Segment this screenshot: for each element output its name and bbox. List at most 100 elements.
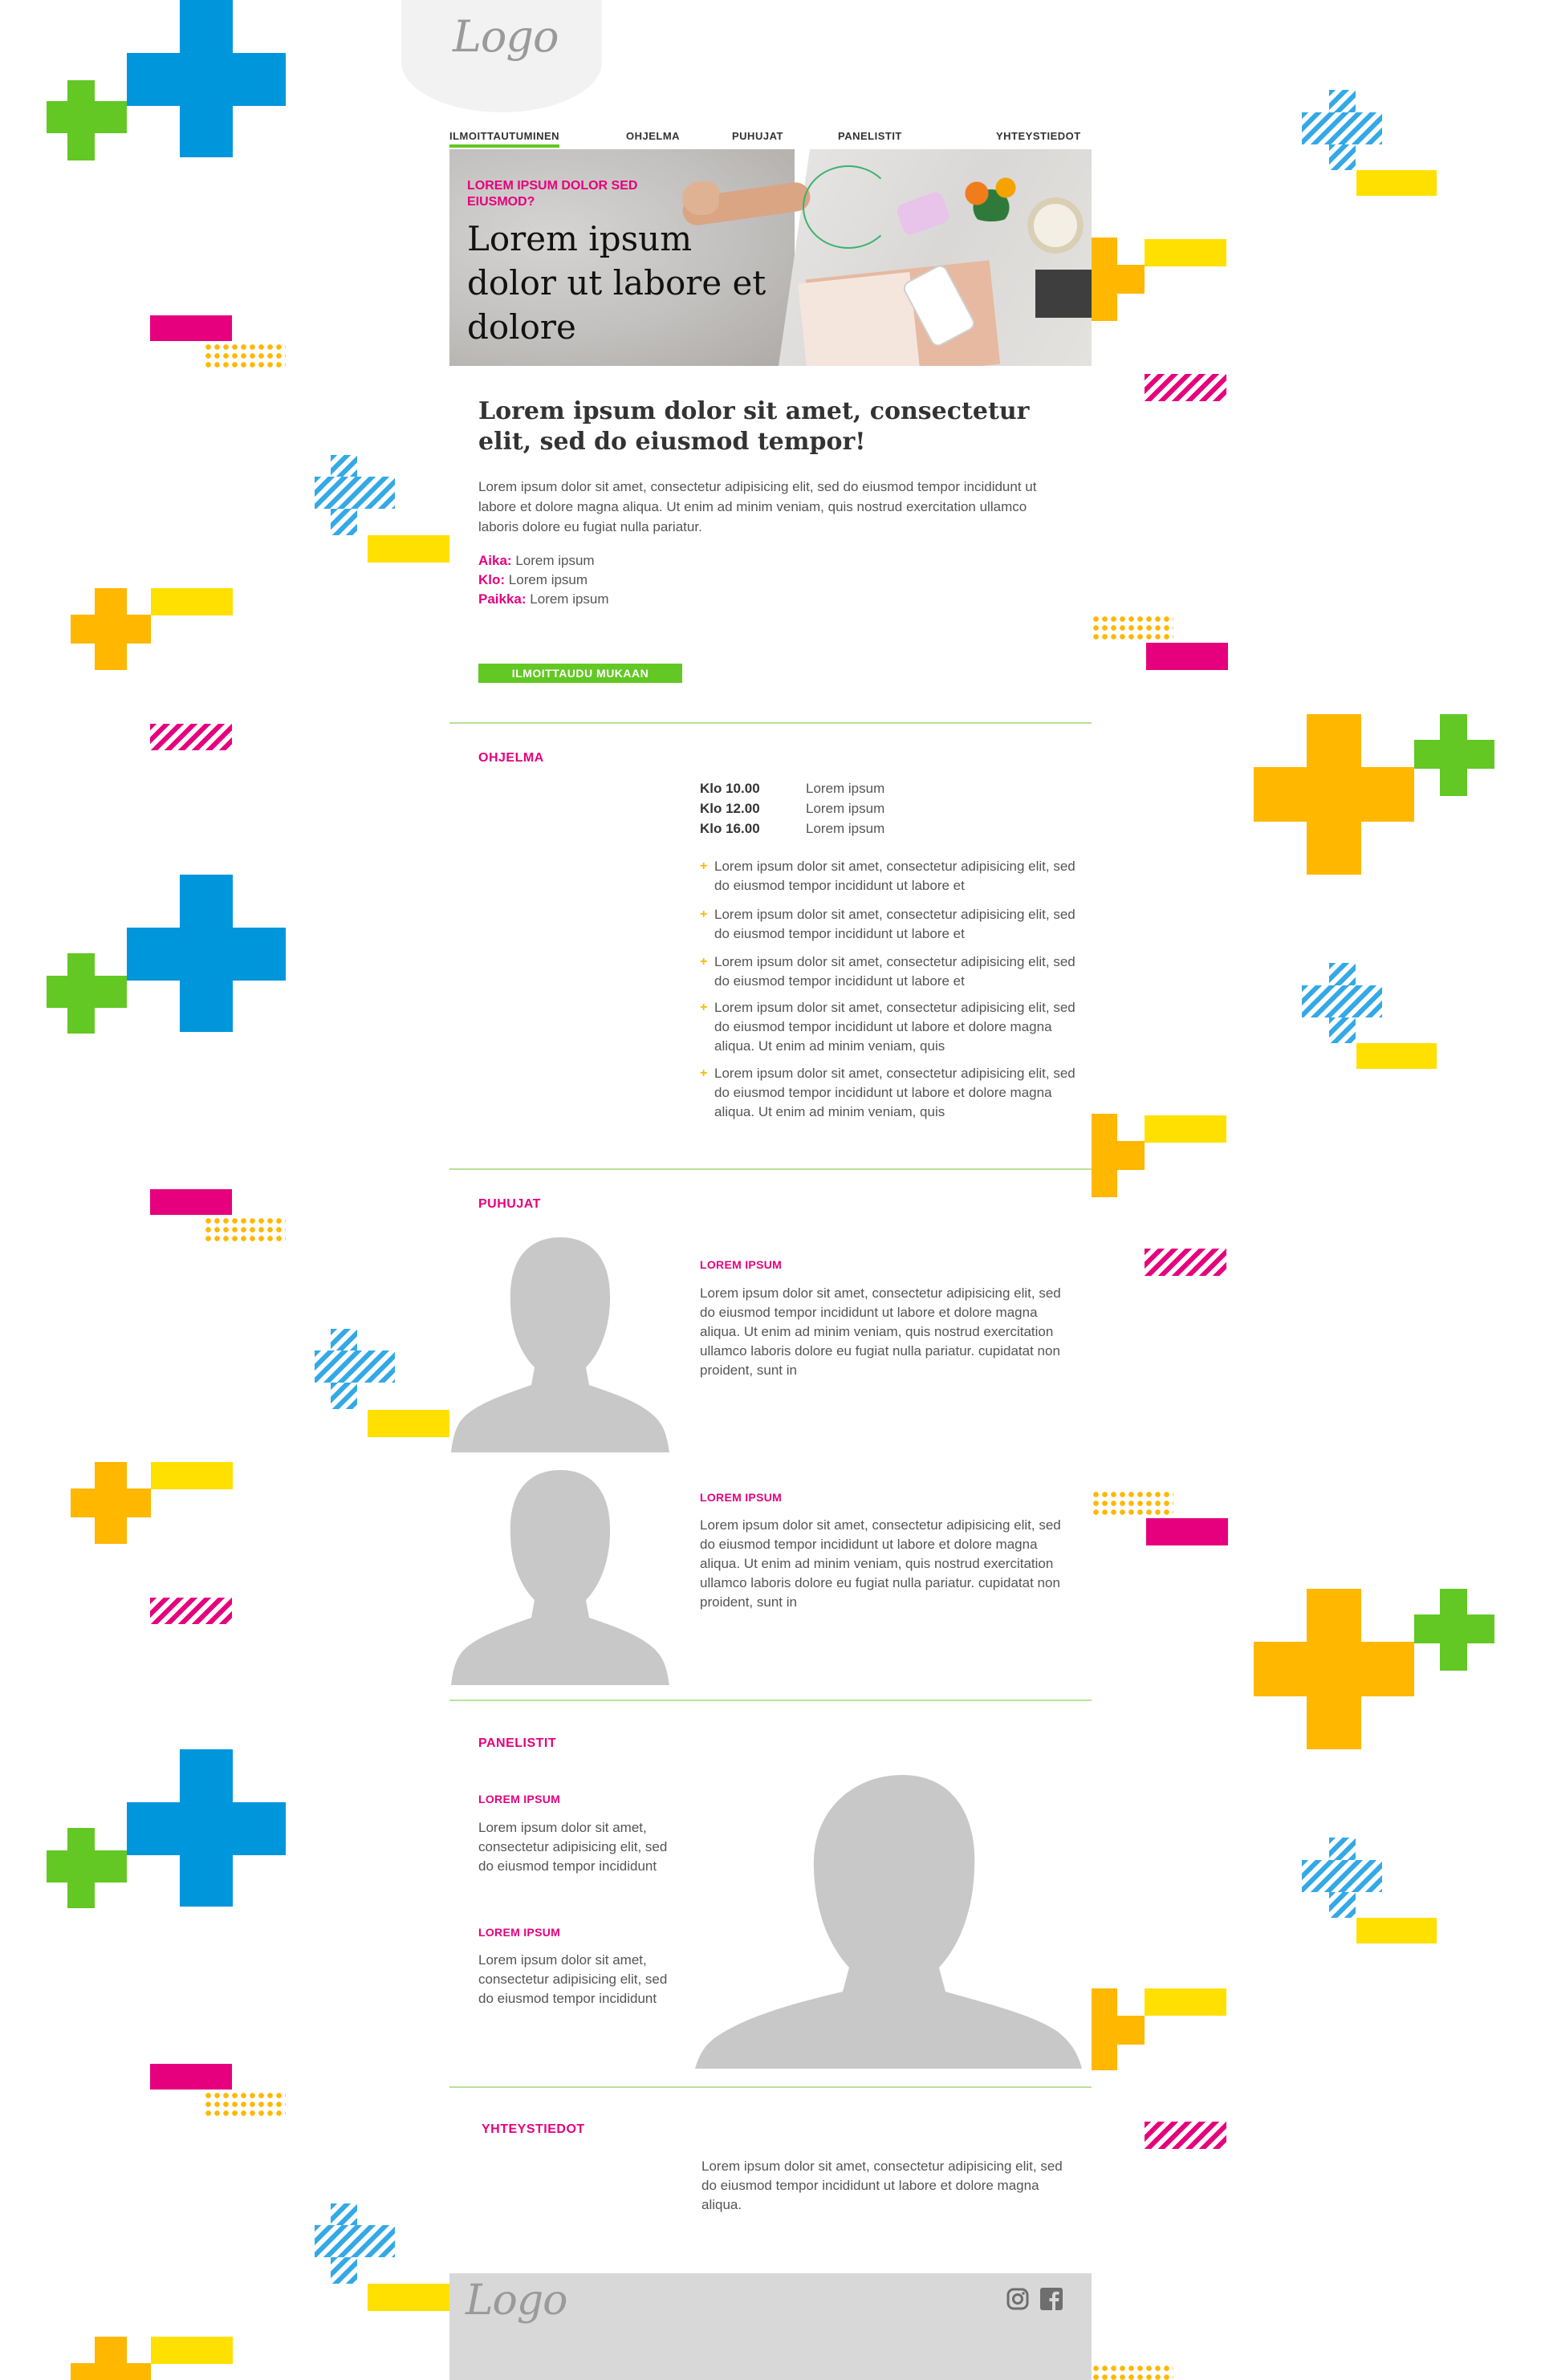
- decor-bar-yellow: [151, 588, 233, 615]
- program-list-item: + Lorem ipsum dolor sit amet, consectetur…: [700, 998, 1077, 1056]
- footer: Logo: [449, 2273, 1092, 2380]
- event-details: Aika: Lorem ipsum Klo: Lorem ipsum Paikk…: [478, 551, 1056, 609]
- decor-bar-yellow: [1145, 1115, 1226, 1143]
- nav-item-ohjelma[interactable]: OHJELMA: [626, 130, 680, 142]
- nav-item-puhujat[interactable]: PUHUJAT: [732, 130, 783, 142]
- hero-image-earphones: [803, 165, 894, 249]
- decor-bar-dotted: [204, 2091, 286, 2118]
- decor-bar-yellow: [1145, 1988, 1226, 2016]
- panelist-bio: Lorem ipsum dolor sit amet, consectetur …: [478, 1820, 668, 1874]
- event-detail-label: Klo:: [478, 572, 506, 587]
- decor-bar-yellow: [1145, 239, 1226, 266]
- speaker-name: LOREM IPSUM: [700, 1491, 783, 1504]
- decor-bar-pink: [150, 315, 232, 341]
- section-title-yhteystiedot: YHTEYSTIEDOT: [482, 2122, 585, 2136]
- program-item-text: Lorem ipsum dolor sit amet, consectetur …: [714, 1000, 1075, 1054]
- schedule-text: Lorem ipsum: [806, 821, 885, 836]
- hero-image-foot: [682, 181, 719, 215]
- nav-item-panelistit[interactable]: PANELISTIT: [838, 130, 902, 142]
- decor-bar-striped-pink: [1145, 374, 1226, 401]
- intro-section: Lorem ipsum dolor sit amet, consectetur …: [478, 396, 1056, 609]
- decor-bar-yellow: [368, 535, 449, 563]
- top-navigation: ILMOITTAUTUMINEN OHJELMA PUHUJAT PANELIS…: [449, 128, 1092, 151]
- event-detail-value: Lorem ipsum: [515, 553, 595, 568]
- plus-icon: +: [700, 908, 708, 921]
- decor-bar-dotted: [1092, 615, 1173, 642]
- person-silhouette-icon: [695, 1775, 1082, 2069]
- section-title-panelistit: PANELISTIT: [478, 1736, 557, 1750]
- schedule-time: Klo 10.00: [700, 781, 760, 796]
- facebook-icon[interactable]: [1040, 2288, 1063, 2310]
- speaker-avatar: [451, 1465, 669, 1685]
- panelist-name: LOREM IPSUM: [478, 1926, 561, 1939]
- speaker-bio: Lorem ipsum dolor sit amet, consectetur …: [700, 1517, 1061, 1610]
- decor-bar-yellow: [368, 1410, 449, 1437]
- plus-icon: +: [700, 859, 708, 873]
- intro-title: Lorem ipsum dolor sit amet, consectetur …: [478, 397, 1030, 456]
- program-list-item: + Lorem ipsum dolor sit amet, consectetur…: [700, 1064, 1077, 1122]
- hero-image-notebook-pages: [798, 272, 920, 366]
- decor-bar-pink: [1146, 643, 1228, 670]
- program-list: + Lorem ipsum dolor sit amet, consectetur…: [700, 857, 1077, 1122]
- decor-bar-striped-pink: [1145, 2122, 1226, 2149]
- section-title-puhujat: PUHUJAT: [478, 1197, 541, 1211]
- decor-bar-dotted: [1092, 2364, 1173, 2380]
- program-item-text: Lorem ipsum dolor sit amet, consectetur …: [714, 1066, 1075, 1119]
- program-list-item: + Lorem ipsum dolor sit amet, consectetur…: [700, 952, 1077, 991]
- instagram-icon[interactable]: [1006, 2288, 1029, 2310]
- logo[interactable]: Logo: [453, 11, 559, 62]
- schedule-text: Lorem ipsum: [806, 801, 885, 816]
- program-item-text: Lorem ipsum dolor sit amet, consectetur …: [714, 859, 1075, 893]
- decor-bar-striped-pink: [1145, 1249, 1226, 1276]
- plus-icon: +: [700, 955, 708, 969]
- program-item-text: Lorem ipsum dolor sit amet, consectetur …: [714, 954, 1075, 989]
- decor-bar-striped-pink: [150, 1598, 232, 1624]
- schedule-row: Klo 16.00 Lorem ipsum: [700, 818, 941, 839]
- intro-text: Lorem ipsum dolor sit amet, consectetur …: [478, 479, 1037, 534]
- person-silhouette-icon: [451, 1237, 669, 1452]
- event-detail-label: Aika:: [478, 553, 512, 568]
- register-button[interactable]: ILMOITTAUDU MUKAAN: [478, 664, 682, 683]
- header-logo-area[interactable]: Logo: [401, 0, 602, 112]
- decor-bar-yellow: [1356, 170, 1437, 196]
- nav-item-ilmoittautuminen[interactable]: ILMOITTAUTUMINEN: [449, 130, 560, 148]
- nav-item-yhteystiedot[interactable]: YHTEYSTIEDOT: [996, 130, 1081, 142]
- decor-bar-pink: [150, 2064, 232, 2090]
- section-divider: [449, 2086, 1092, 2088]
- decor-bar-yellow: [151, 2337, 233, 2364]
- panelist-name: LOREM IPSUM: [478, 1793, 561, 1805]
- event-detail-row: Klo: Lorem ipsum: [478, 571, 1056, 590]
- speaker-avatar: [451, 1233, 669, 1452]
- decor-bar-dotted: [1092, 1490, 1173, 1517]
- schedule-time: Klo 16.00: [700, 821, 760, 836]
- program-list-item: + Lorem ipsum dolor sit amet, consectetur…: [700, 857, 1077, 896]
- newsletter-page: Logo ILMOITTAUTUMINEN OHJELMA PUHUJAT PA…: [401, 0, 1092, 2380]
- speaker-name: LOREM IPSUM: [700, 1258, 783, 1271]
- decor-bar-yellow: [151, 1462, 233, 1489]
- program-list-item: + Lorem ipsum dolor sit amet, consectetur…: [700, 905, 1077, 944]
- decor-bar-yellow: [1356, 1918, 1437, 1943]
- person-silhouette-icon: [451, 1470, 669, 1685]
- plus-icon: +: [700, 1001, 708, 1014]
- section-divider: [449, 1700, 1092, 1701]
- section-divider: [449, 722, 1092, 724]
- decor-bar-pink: [150, 1189, 232, 1215]
- decor-bar-yellow: [1356, 1043, 1437, 1069]
- schedule-row: Klo 12.00 Lorem ipsum: [700, 798, 941, 818]
- hero-image-mug: [1027, 197, 1084, 254]
- section-divider: [449, 1168, 1092, 1170]
- panelist-bio: Lorem ipsum dolor sit amet, consectetur …: [478, 1952, 668, 2006]
- contact-text: Lorem ipsum dolor sit amet, consectetur …: [701, 2159, 1063, 2212]
- decor-bar-dotted: [204, 1216, 286, 1244]
- event-detail-row: Aika: Lorem ipsum: [478, 551, 1056, 571]
- hero-image-book: [1035, 270, 1092, 318]
- speaker-bio: Lorem ipsum dolor sit amet, consectetur …: [700, 1285, 1061, 1378]
- hero-title: Lorem ipsum dolor ut labore et dolore: [467, 219, 766, 347]
- hero-image-flowers: [955, 165, 1027, 221]
- panelist-avatar: [695, 1775, 1082, 2069]
- footer-logo[interactable]: Logo: [466, 2276, 567, 2325]
- section-title-ohjelma: OHJELMA: [478, 751, 544, 765]
- decor-bar-yellow: [368, 2284, 449, 2311]
- program-item-text: Lorem ipsum dolor sit amet, consectetur …: [714, 907, 1075, 941]
- decor-bar-striped-pink: [150, 724, 232, 750]
